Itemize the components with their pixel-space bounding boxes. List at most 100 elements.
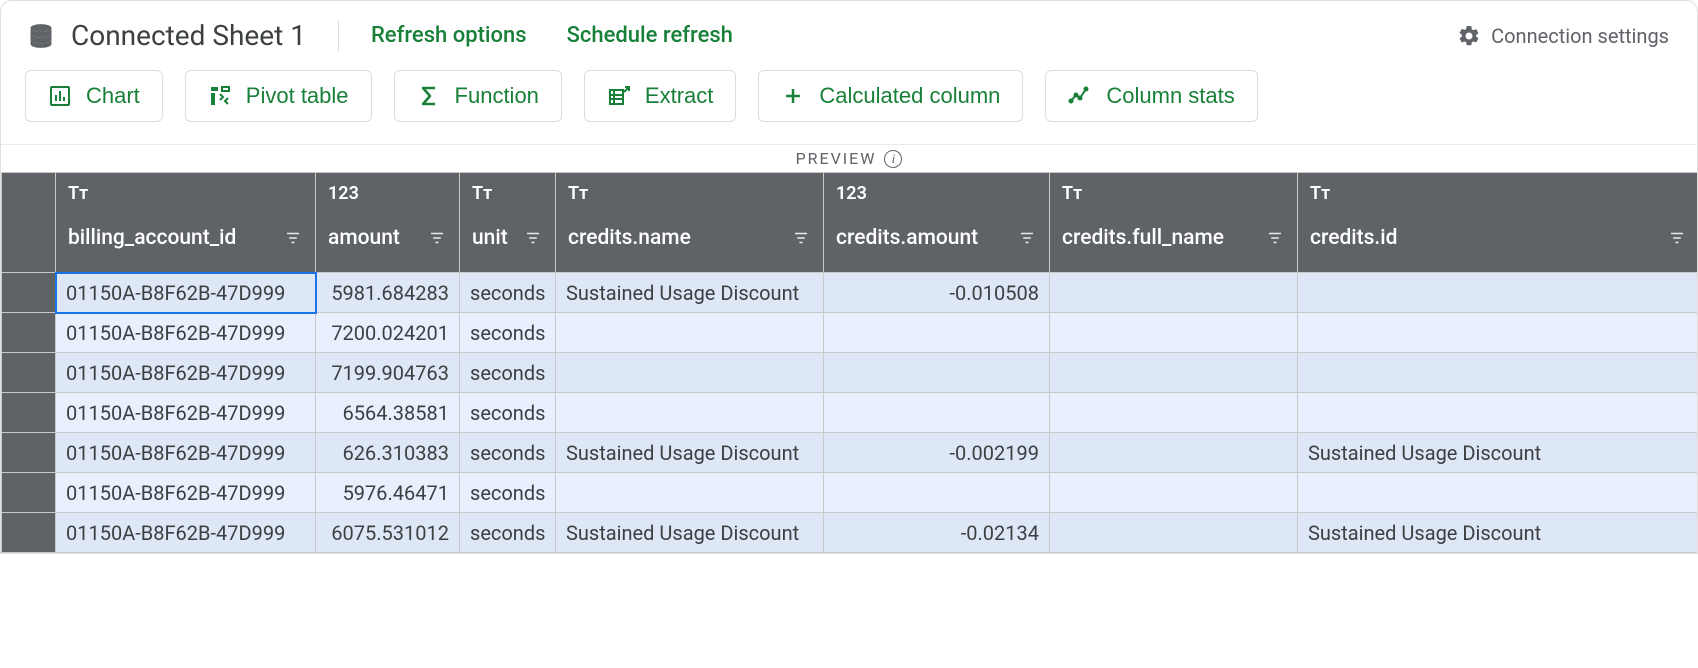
type-badge: Tт — [568, 183, 811, 204]
pivot-table-button-label: Pivot table — [246, 83, 349, 109]
cell[interactable]: seconds — [460, 513, 556, 553]
data-table: Tтbilling_account_id123amountTтunitTтcre… — [1, 172, 1698, 553]
column-stats-button[interactable]: Column stats — [1045, 70, 1257, 122]
cell[interactable] — [1298, 473, 1698, 513]
extract-icon — [607, 84, 631, 108]
cell[interactable] — [824, 473, 1050, 513]
cell[interactable] — [824, 313, 1050, 353]
type-badge: 123 — [328, 183, 447, 204]
sheet-title-group: Connected Sheet 1 — [25, 19, 306, 52]
cell[interactable] — [1050, 353, 1298, 393]
cell[interactable] — [556, 353, 824, 393]
cell[interactable]: 7199.904763 — [316, 353, 460, 393]
column-name: credits.full_name — [1062, 226, 1224, 250]
cell[interactable] — [1050, 433, 1298, 473]
row-gutter[interactable] — [2, 353, 56, 393]
cell[interactable]: 01150A-B8F62B-47D999 — [56, 273, 316, 313]
column-name: billing_account_id — [68, 226, 236, 250]
cell[interactable] — [1298, 353, 1698, 393]
cell[interactable] — [556, 313, 824, 353]
row-gutter[interactable] — [2, 433, 56, 473]
cell[interactable] — [556, 393, 824, 433]
cell[interactable] — [1050, 513, 1298, 553]
table-row: 01150A-B8F62B-47D9997199.904763seconds — [2, 353, 1698, 393]
cell[interactable]: Sustained Usage Discount — [1298, 433, 1698, 473]
filter-icon[interactable] — [1667, 229, 1687, 247]
column-header-credits-amount[interactable]: 123credits.amount — [824, 173, 1050, 273]
column-name: credits.id — [1310, 226, 1397, 250]
column-header-credits-id[interactable]: Tтcredits.id — [1298, 173, 1698, 273]
cell[interactable]: seconds — [460, 273, 556, 313]
cell[interactable]: 6075.531012 — [316, 513, 460, 553]
cell[interactable] — [1050, 393, 1298, 433]
connection-settings-link[interactable]: Connection settings — [1457, 24, 1669, 48]
calculated-column-button[interactable]: Calculated column — [758, 70, 1023, 122]
cell[interactable]: 6564.38581 — [316, 393, 460, 433]
filter-icon[interactable] — [1017, 229, 1037, 247]
cell[interactable]: 01150A-B8F62B-47D999 — [56, 353, 316, 393]
row-gutter[interactable] — [2, 273, 56, 313]
column-header-credits-full_name[interactable]: Tтcredits.full_name — [1050, 173, 1298, 273]
type-badge: Tт — [472, 183, 543, 204]
cell[interactable]: Sustained Usage Discount — [556, 273, 824, 313]
column-header-amount[interactable]: 123amount — [316, 173, 460, 273]
cell[interactable]: seconds — [460, 353, 556, 393]
toolbar: Chart Pivot table Function Extract — [1, 70, 1697, 144]
column-header-unit[interactable]: Tтunit — [460, 173, 556, 273]
cell[interactable]: 01150A-B8F62B-47D999 — [56, 433, 316, 473]
table-row: 01150A-B8F62B-47D9995976.46471seconds — [2, 473, 1698, 513]
cell[interactable]: 5981.684283 — [316, 273, 460, 313]
chart-button[interactable]: Chart — [25, 70, 163, 122]
cell[interactable]: 01150A-B8F62B-47D999 — [56, 513, 316, 553]
cell[interactable]: -0.002199 — [824, 433, 1050, 473]
cell[interactable] — [824, 353, 1050, 393]
cell[interactable]: Sustained Usage Discount — [556, 433, 824, 473]
column-header-billing_account_id[interactable]: Tтbilling_account_id — [56, 173, 316, 273]
cell[interactable]: -0.02134 — [824, 513, 1050, 553]
preview-label: PREVIEW — [796, 149, 877, 168]
cell[interactable]: seconds — [460, 393, 556, 433]
cell[interactable] — [824, 393, 1050, 433]
cell[interactable]: 01150A-B8F62B-47D999 — [56, 393, 316, 433]
cell[interactable]: seconds — [460, 313, 556, 353]
filter-icon[interactable] — [427, 229, 447, 247]
column-header-row: Tтbilling_account_id123amountTтunitTтcre… — [2, 173, 1698, 273]
cell[interactable]: Sustained Usage Discount — [556, 513, 824, 553]
cell[interactable]: -0.010508 — [824, 273, 1050, 313]
extract-button[interactable]: Extract — [584, 70, 736, 122]
row-gutter[interactable] — [2, 393, 56, 433]
pivot-table-button[interactable]: Pivot table — [185, 70, 372, 122]
column-stats-button-label: Column stats — [1106, 83, 1234, 109]
database-icon — [25, 22, 57, 50]
cell[interactable]: 01150A-B8F62B-47D999 — [56, 473, 316, 513]
refresh-options-link[interactable]: Refresh options — [371, 23, 527, 48]
row-gutter[interactable] — [2, 473, 56, 513]
table-row: 01150A-B8F62B-47D9996564.38581seconds — [2, 393, 1698, 433]
filter-icon[interactable] — [283, 229, 303, 247]
cell[interactable] — [1298, 393, 1698, 433]
cell[interactable]: Sustained Usage Discount — [1298, 513, 1698, 553]
cell[interactable] — [556, 473, 824, 513]
row-gutter[interactable] — [2, 513, 56, 553]
cell[interactable]: 5976.46471 — [316, 473, 460, 513]
info-icon[interactable]: i — [884, 150, 902, 168]
filter-icon[interactable] — [1265, 229, 1285, 247]
cell[interactable] — [1298, 313, 1698, 353]
cell[interactable] — [1298, 273, 1698, 313]
cell[interactable]: 01150A-B8F62B-47D999 — [56, 313, 316, 353]
cell[interactable]: seconds — [460, 473, 556, 513]
row-gutter[interactable] — [2, 313, 56, 353]
cell[interactable] — [1050, 473, 1298, 513]
filter-icon[interactable] — [523, 229, 543, 247]
trend-icon — [1068, 84, 1092, 108]
cell[interactable] — [1050, 273, 1298, 313]
calculated-column-button-label: Calculated column — [819, 83, 1000, 109]
cell[interactable] — [1050, 313, 1298, 353]
cell[interactable]: 7200.024201 — [316, 313, 460, 353]
schedule-refresh-link[interactable]: Schedule refresh — [567, 23, 733, 48]
filter-icon[interactable] — [791, 229, 811, 247]
column-header-credits-name[interactable]: Tтcredits.name — [556, 173, 824, 273]
cell[interactable]: seconds — [460, 433, 556, 473]
cell[interactable]: 626.310383 — [316, 433, 460, 473]
function-button[interactable]: Function — [394, 70, 562, 122]
